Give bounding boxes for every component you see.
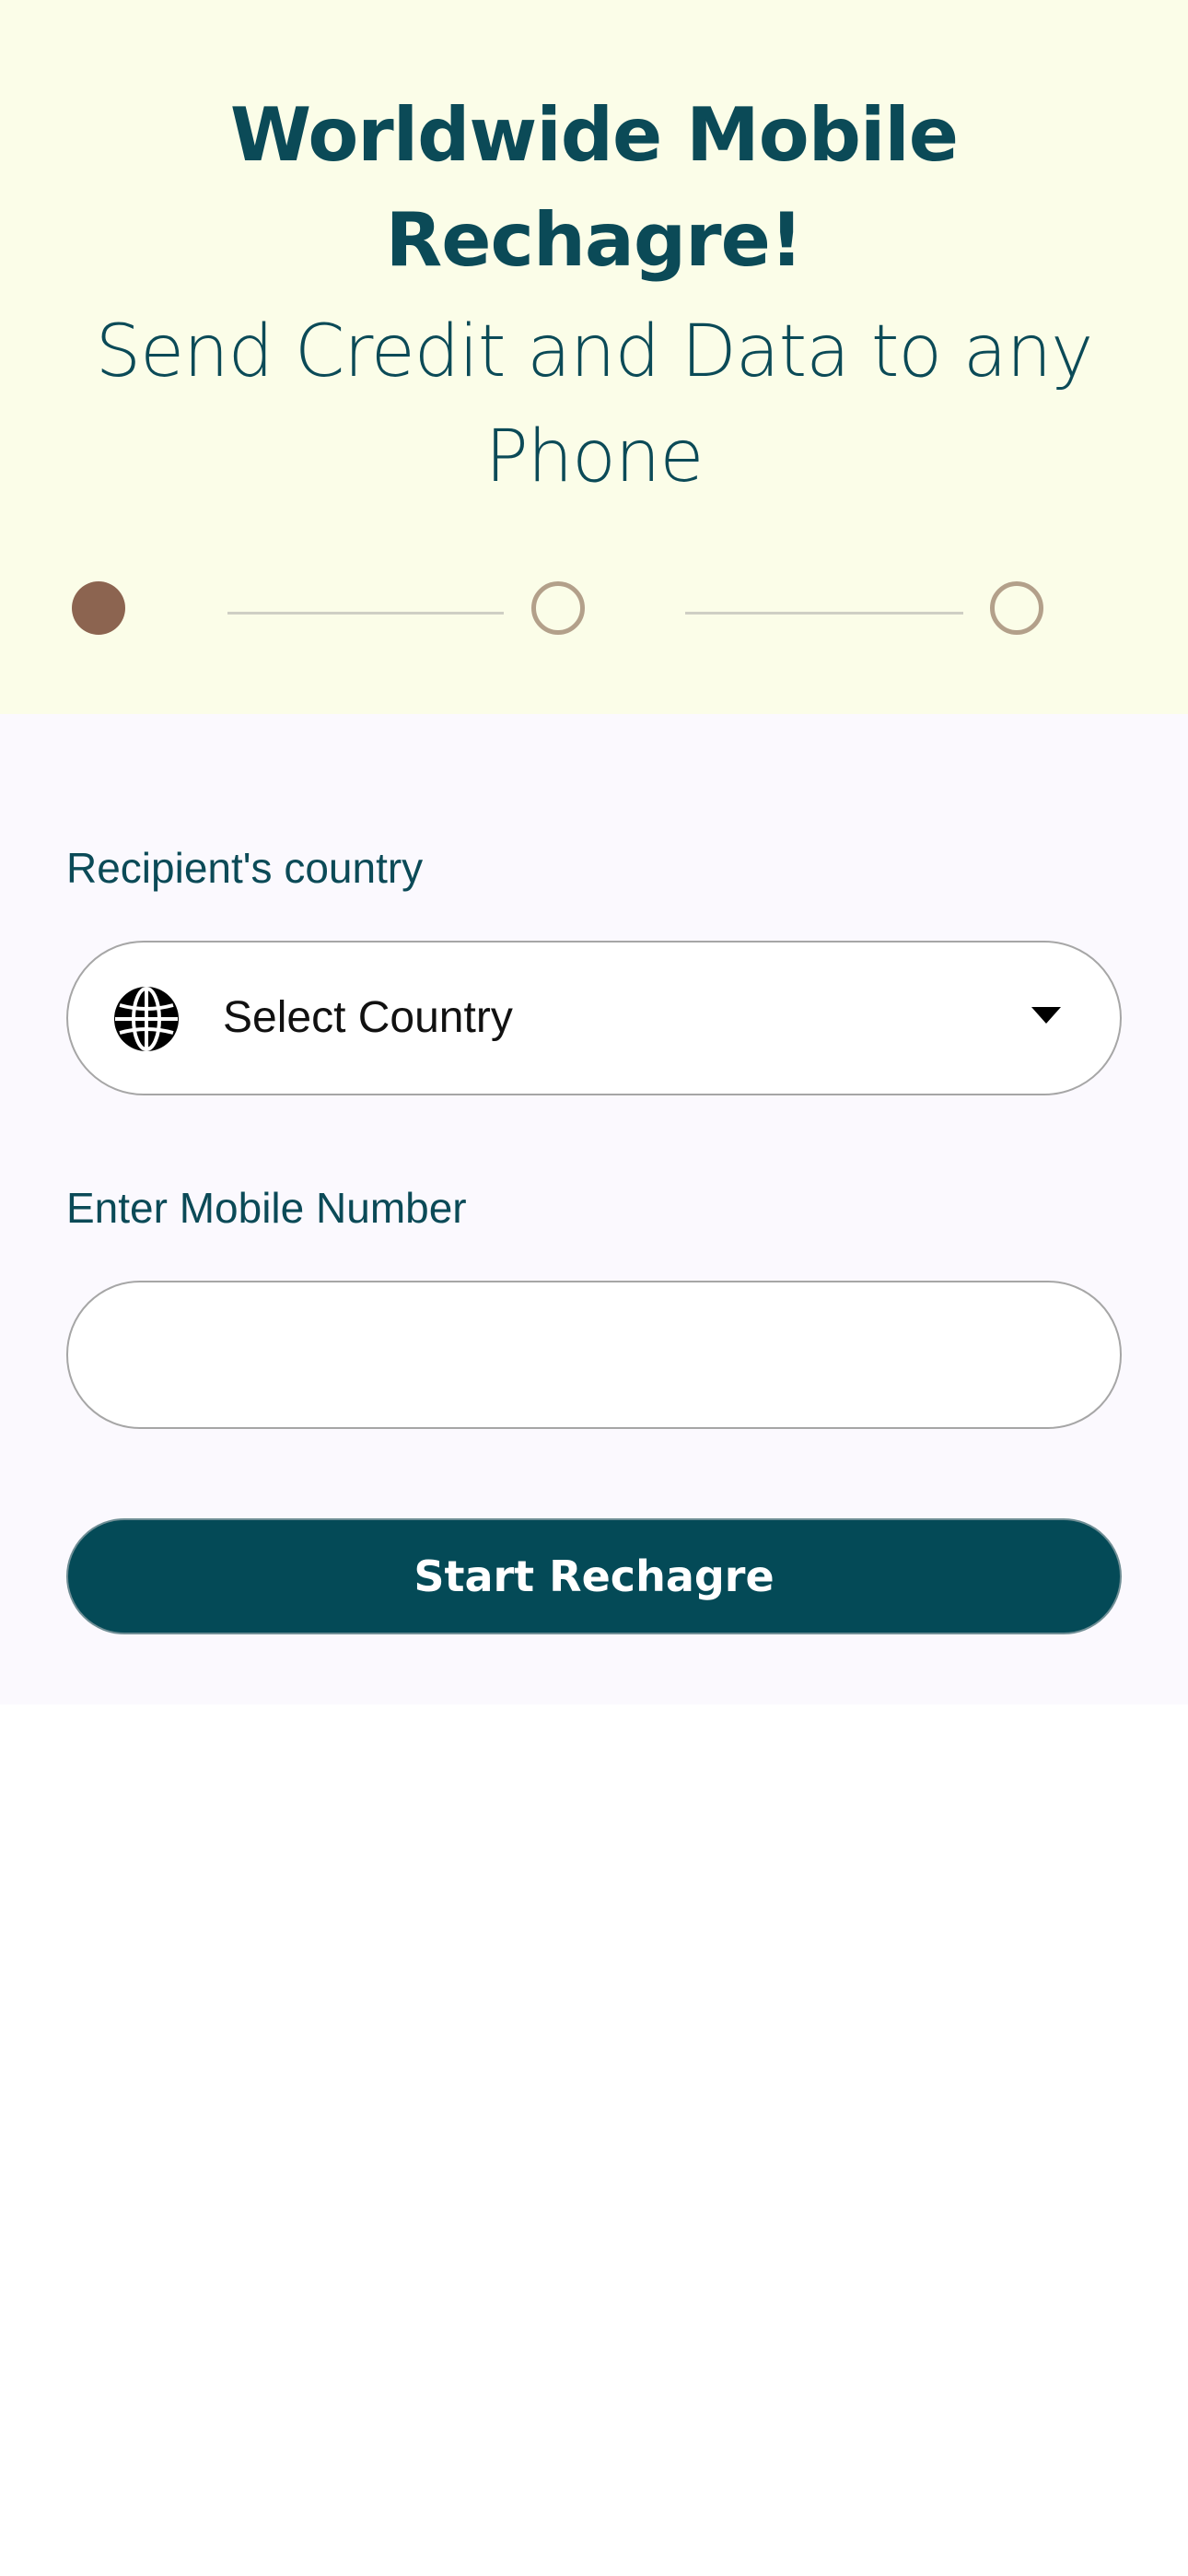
- page-subtitle-line-1: Send Credit and Data to any: [95, 310, 1094, 393]
- globe-icon: [114, 987, 179, 1051]
- progress-stepper: [0, 571, 1188, 645]
- page-title-line-1: Worldwide Mobile: [229, 92, 959, 178]
- step-connector-1: [227, 612, 504, 615]
- mobile-number-input[interactable]: [66, 1281, 1122, 1429]
- country-select[interactable]: Select Country: [66, 941, 1122, 1095]
- hero-banner: Worldwide Mobile Rechagre! Send Credit a…: [0, 0, 1188, 714]
- mobile-number-label: Enter Mobile Number: [66, 1184, 467, 1232]
- step-connector-2: [685, 612, 963, 615]
- step-1-indicator: [72, 581, 125, 635]
- start-recharge-button[interactable]: Start Rechagre: [66, 1518, 1122, 1634]
- country-label: Recipient's country: [66, 844, 424, 892]
- page-subtitle: Send Credit and Data to any Phone: [0, 299, 1188, 509]
- caret-down-icon: [1031, 1007, 1061, 1024]
- country-select-value: Select Country: [223, 993, 513, 1042]
- step-2-indicator: [531, 581, 585, 635]
- step-3-indicator: [990, 581, 1043, 635]
- page-title: Worldwide Mobile Rechagre!: [0, 83, 1188, 293]
- page-subtitle-line-2: Phone: [484, 416, 705, 498]
- page-title-line-2: Rechagre!: [385, 197, 804, 283]
